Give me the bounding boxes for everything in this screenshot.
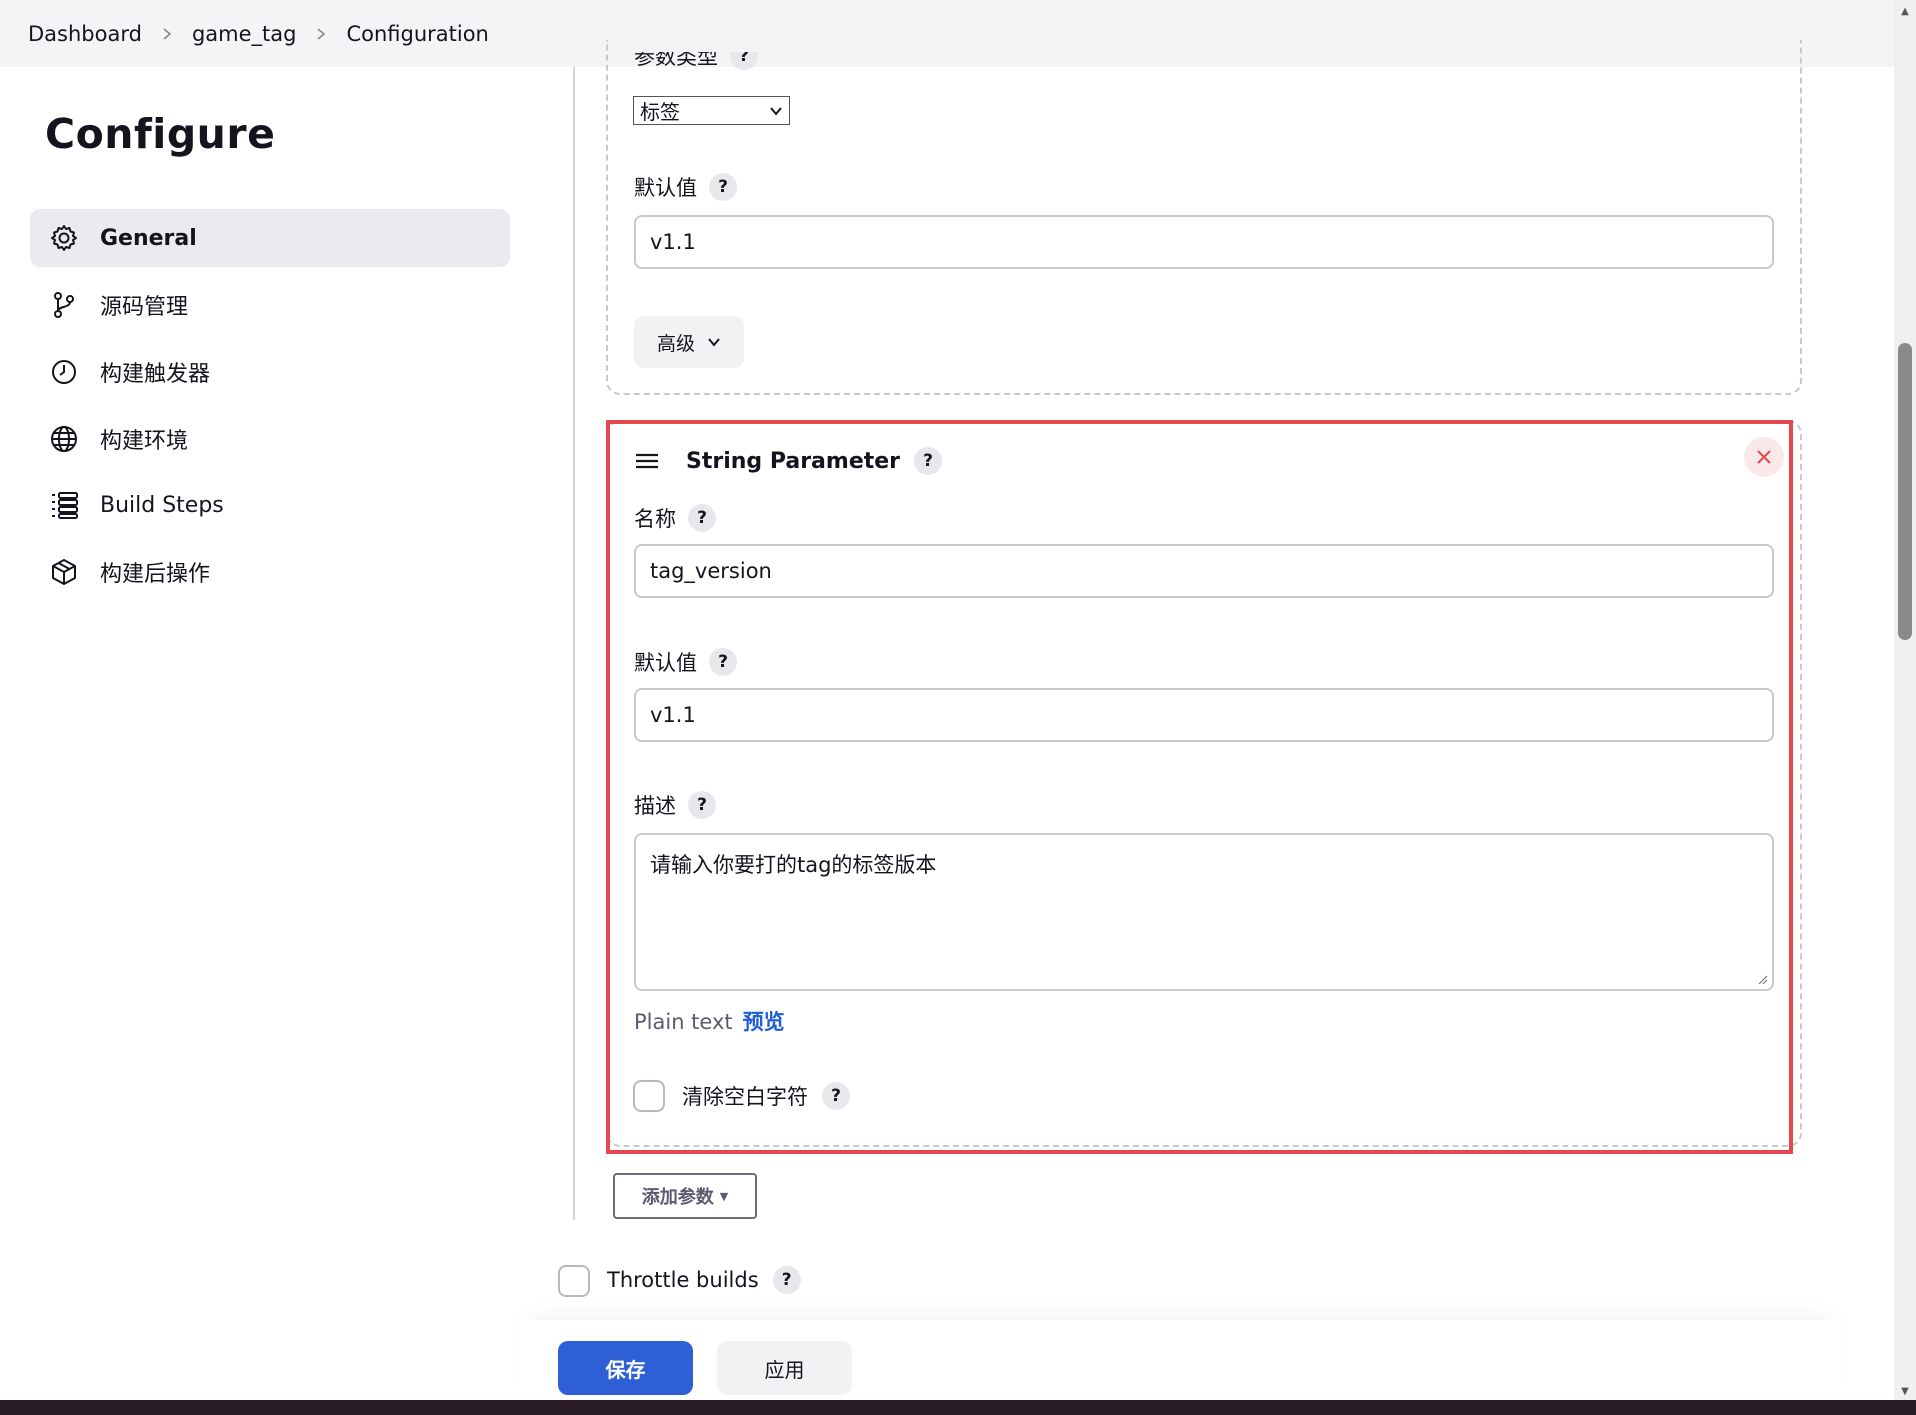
sidebar-item-label: 构建后操作 <box>100 562 211 587</box>
scrollbar-track[interactable] <box>1894 0 1916 1400</box>
preview-link[interactable]: 预览 <box>743 1010 785 1034</box>
drag-handle-icon[interactable] <box>634 448 660 474</box>
default-value-label: 默认值? <box>634 172 737 202</box>
page-title: Configure <box>45 110 276 158</box>
sidebar-item-triggers[interactable]: 构建触发器 <box>30 343 510 401</box>
description-textarea[interactable]: 请输入你要打的tag的标签版本 <box>634 833 1774 991</box>
advanced-button[interactable]: 高级 <box>634 316 744 368</box>
breadcrumb-dashboard[interactable]: Dashboard <box>28 22 142 46</box>
delete-parameter-button[interactable] <box>1744 437 1784 477</box>
default-value-input[interactable]: v1.1 <box>634 215 1774 269</box>
sidebar-item-label: General <box>100 225 197 251</box>
caret-down-icon: ▼ <box>719 1189 729 1203</box>
sidebar-item-label: 源码管理 <box>100 295 189 320</box>
close-icon <box>1757 450 1771 464</box>
save-button[interactable]: 保存 <box>558 1341 693 1395</box>
taskbar <box>0 1400 1916 1415</box>
clock-icon <box>48 356 80 388</box>
description-label: 描述? <box>634 790 716 820</box>
branch-icon <box>48 289 80 321</box>
chevron-down-icon <box>770 106 782 116</box>
add-parameter-button[interactable]: 添加参数 ▼ <box>613 1173 757 1219</box>
name-input[interactable]: tag_version <box>634 544 1774 598</box>
highlight-box <box>606 420 1793 1154</box>
breadcrumb-configuration[interactable]: Configuration <box>346 22 488 46</box>
help-icon[interactable]: ? <box>688 791 716 819</box>
sidebar-item-label: 构建触发器 <box>100 362 211 387</box>
name-label: 名称? <box>634 503 716 533</box>
sidebar-item-label: Build Steps <box>100 492 224 518</box>
package-icon <box>48 556 80 588</box>
help-icon[interactable]: ? <box>772 1266 801 1294</box>
sidebar-item-build-steps[interactable]: Build Steps <box>30 476 510 534</box>
help-icon[interactable]: ? <box>688 504 716 532</box>
trim-checkbox[interactable] <box>633 1080 665 1112</box>
sidebar-item-general[interactable]: General <box>30 209 510 267</box>
throttle-builds-checkbox[interactable] <box>558 1265 590 1297</box>
chevron-right-icon <box>306 22 336 46</box>
string-param-header: String Parameter ? <box>634 445 943 477</box>
resize-grip-icon[interactable] <box>1756 973 1768 985</box>
param-type-label: 参数类型? <box>634 52 758 80</box>
chevron-down-icon <box>708 338 720 347</box>
breadcrumb-job[interactable]: game_tag <box>192 22 297 46</box>
throttle-builds-label: Throttle builds? <box>607 1266 801 1294</box>
sidebar-item-scm[interactable]: 源码管理 <box>30 276 510 334</box>
scrollbar-thumb[interactable] <box>1898 343 1912 640</box>
help-icon[interactable]: ? <box>709 173 737 201</box>
section-divider <box>573 67 575 1220</box>
gear-icon <box>48 222 80 254</box>
sidebar-item-environment[interactable]: 构建环境 <box>30 410 510 468</box>
sidebar-item-post-build[interactable]: 构建后操作 <box>30 543 510 601</box>
apply-button[interactable]: 应用 <box>717 1341 852 1395</box>
default-value-input[interactable]: v1.1 <box>634 688 1774 742</box>
list-icon <box>48 489 80 521</box>
scroll-down-arrow-icon[interactable]: ▼ <box>1898 1384 1912 1398</box>
sidebar-item-label: 构建环境 <box>100 429 189 454</box>
help-icon[interactable]: ? <box>709 648 737 676</box>
globe-icon <box>48 423 80 455</box>
default-value-label: 默认值? <box>634 647 737 677</box>
param-type-select[interactable]: 标签 <box>633 96 790 125</box>
scroll-up-arrow-icon[interactable]: ▲ <box>1898 4 1912 18</box>
chevron-right-icon <box>152 22 182 46</box>
help-icon[interactable]: ? <box>914 447 943 475</box>
string-param-title: String Parameter <box>686 448 901 474</box>
help-icon[interactable]: ? <box>822 1082 850 1110</box>
trim-label: 清除空白字符? <box>682 1081 850 1111</box>
markup-format: Plain text 预览 <box>634 1010 785 1034</box>
help-icon[interactable]: ? <box>730 52 758 70</box>
